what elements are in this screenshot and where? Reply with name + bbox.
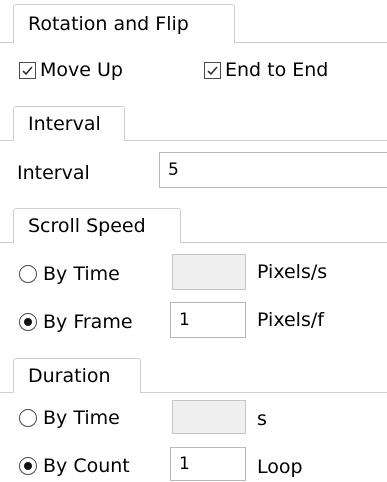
end-to-end-checkbox-row[interactable]: End to End [204, 56, 328, 84]
radio-button-icon[interactable] [19, 265, 37, 283]
duration-by-time-label: By Time [43, 407, 120, 429]
end-to-end-label: End to End [225, 59, 329, 81]
radio-button-selected-icon[interactable] [19, 313, 37, 331]
tab-duration[interactable]: Duration [13, 358, 141, 393]
pixels-per-frame-unit: Pixels/f [257, 309, 324, 331]
duration-section: Duration By Time s By Count 1 Loop [0, 356, 387, 482]
tab-rotation-flip[interactable]: Rotation and Flip [13, 4, 235, 43]
duration-by-count-radio-row[interactable]: By Count [19, 452, 130, 480]
scroll-by-time-radio-row[interactable]: By Time [19, 260, 120, 288]
pixels-per-second-unit: Pixels/s [257, 261, 328, 283]
interval-field-label: Interval [17, 162, 90, 184]
tab-label: Duration [28, 365, 111, 387]
scroll-by-time-label: By Time [43, 263, 120, 285]
duration-by-time-radio-row[interactable]: By Time [19, 404, 120, 432]
duration-by-count-input[interactable]: 1 [170, 447, 246, 481]
scroll-by-frame-input[interactable]: 1 [170, 302, 246, 338]
seconds-unit: s [257, 408, 267, 430]
checkbox-icon[interactable] [19, 61, 36, 79]
tab-label: Interval [28, 113, 101, 135]
radio-button-selected-icon[interactable] [19, 457, 37, 475]
checkbox-icon[interactable] [204, 61, 221, 79]
interval-input[interactable]: 5 [159, 152, 387, 188]
checkmark-icon [207, 65, 218, 75]
checkmark-icon [22, 65, 33, 75]
scroll-by-frame-radio-row[interactable]: By Frame [19, 308, 133, 336]
scroll-by-frame-label: By Frame [43, 311, 133, 333]
loop-unit: Loop [257, 456, 303, 478]
duration-by-count-label: By Count [43, 455, 130, 477]
radio-button-icon[interactable] [19, 409, 37, 427]
duration-by-time-input[interactable] [172, 400, 246, 434]
tab-interval[interactable]: Interval [13, 106, 125, 141]
tab-label: Rotation and Flip [28, 13, 189, 35]
move-up-checkbox-row[interactable]: Move Up [19, 56, 123, 84]
move-up-label: Move Up [40, 59, 123, 81]
scroll-speed-section: Scroll Speed By Time Pixels/s By Frame 1… [0, 206, 387, 346]
tab-scroll-speed[interactable]: Scroll Speed [13, 208, 181, 243]
tab-label: Scroll Speed [28, 215, 146, 237]
interval-section: Interval Interval 5 [0, 104, 387, 198]
rotation-flip-section: Rotation and Flip Move Up End to End [0, 0, 387, 100]
interval-value: 5 [168, 160, 179, 180]
scroll-by-time-input[interactable] [172, 254, 246, 290]
